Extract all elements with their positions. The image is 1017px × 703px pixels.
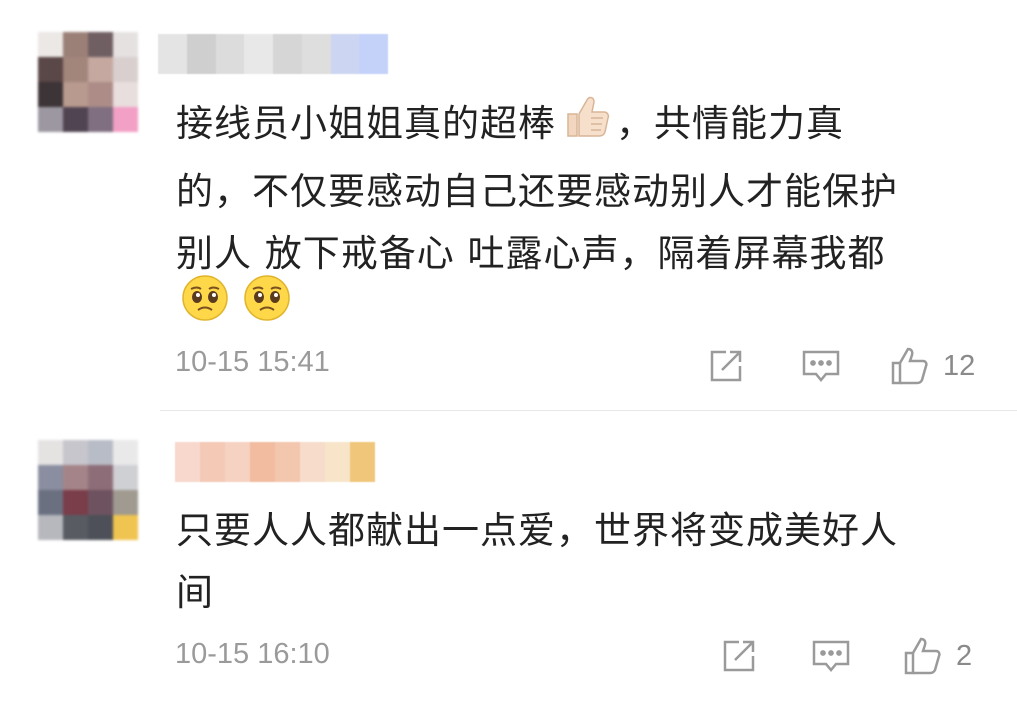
avatar[interactable] bbox=[38, 32, 138, 132]
avatar[interactable] bbox=[38, 440, 138, 540]
comment-text-line: 间 bbox=[176, 571, 214, 614]
comment-time: 10-15 16:10 bbox=[175, 638, 330, 670]
comment-text-line: 的，不仅要感动自己还要感动别人才能保护 bbox=[176, 170, 898, 213]
pleading-face-emoji-icon bbox=[180, 273, 230, 323]
comment-item: 只要人人都献出一点爱，世界将变成美好人 间 10-15 16:10 2 bbox=[0, 410, 1017, 703]
comment-text-line: 别人 放下戒备心 吐露心声，隔着屏幕我都 bbox=[176, 232, 886, 275]
comment-icon[interactable] bbox=[810, 635, 852, 677]
comment-text: 接线员小姐姐真的超棒 ，共情能力真 的，不仅要感动自己还要感动别人才能保护 别人… bbox=[176, 90, 976, 285]
comment-time: 10-15 15:41 bbox=[175, 346, 330, 378]
comment-text-line: 接线员小姐姐真的超棒 bbox=[176, 102, 556, 145]
comment-text-line: ，共情能力真 bbox=[616, 102, 844, 145]
pleading-face-emoji-icon bbox=[242, 273, 292, 323]
username[interactable] bbox=[175, 442, 375, 482]
comment-text: 只要人人都献出一点爱，世界将变成美好人 间 bbox=[176, 500, 976, 624]
share-icon[interactable] bbox=[718, 635, 760, 677]
thumbs-up-emoji-icon bbox=[560, 90, 612, 161]
like-icon[interactable] bbox=[889, 345, 931, 387]
username[interactable] bbox=[158, 34, 388, 74]
like-count: 2 bbox=[956, 639, 973, 672]
like-icon[interactable] bbox=[902, 635, 944, 677]
share-icon[interactable] bbox=[705, 345, 747, 387]
comment-text-line: 只要人人都献出一点爱，世界将变成美好人 bbox=[176, 509, 898, 552]
comment-item: 接线员小姐姐真的超棒 ，共情能力真 的，不仅要感动自己还要感动别人才能保护 别人… bbox=[0, 0, 1017, 410]
like-count: 12 bbox=[943, 349, 976, 382]
comment-icon[interactable] bbox=[800, 345, 842, 387]
